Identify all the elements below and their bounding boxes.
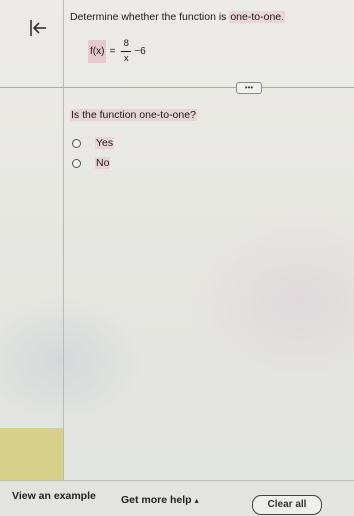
more-options-button[interactable]: •••	[236, 82, 262, 94]
formula-fraction: 8 x	[121, 38, 132, 64]
sidebar-highlight	[0, 428, 63, 480]
option-no-label[interactable]: No	[95, 157, 111, 169]
option-yes[interactable]: Yes	[72, 136, 115, 150]
radio-no[interactable]	[72, 158, 81, 168]
view-example-button[interactable]: View an example	[12, 490, 96, 502]
radio-yes[interactable]	[72, 138, 81, 148]
arrow-to-bar-left-icon	[30, 20, 46, 36]
answer-prompt: Is the function one-to-one?	[70, 109, 197, 121]
option-yes-label[interactable]: Yes	[95, 137, 115, 149]
fraction-denominator: x	[123, 52, 129, 64]
get-more-help-label: Get more help	[121, 494, 192, 506]
formula-lhs: f(x)	[88, 39, 107, 63]
question-prefix: Determine whether the function is	[70, 11, 230, 23]
sidebar-divider	[63, 0, 64, 480]
caret-up-icon: ▴	[194, 496, 199, 505]
question-highlight: one-to-one.	[229, 11, 286, 23]
collapse-back-button[interactable]	[27, 17, 49, 39]
formula-tail: −6	[134, 45, 146, 57]
clear-all-button[interactable]: Clear all	[252, 495, 322, 515]
function-formula: f(x) = 8 x −6	[88, 36, 146, 66]
formula-equals: =	[109, 45, 116, 57]
fraction-numerator: 8	[123, 38, 129, 49]
section-divider	[0, 87, 354, 88]
option-no[interactable]: No	[72, 156, 111, 170]
get-more-help-button[interactable]: Get more help ▴	[121, 494, 199, 506]
question-text: Determine whether the function is one-to…	[70, 11, 286, 23]
screen-background: Determine whether the function is one-to…	[0, 0, 354, 516]
